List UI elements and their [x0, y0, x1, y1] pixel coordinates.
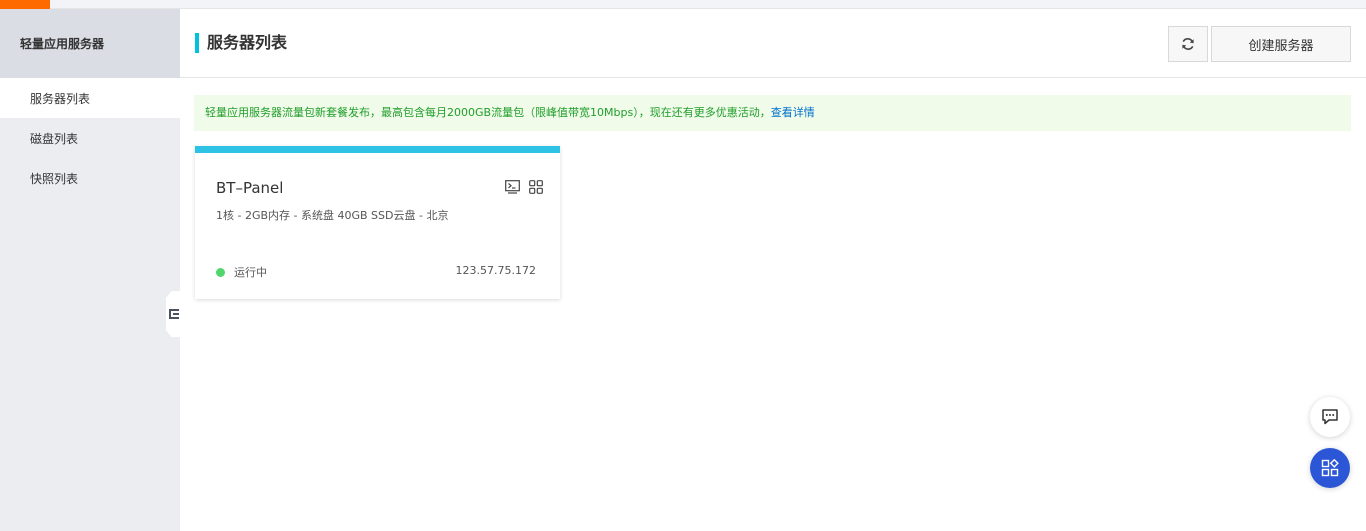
- collapse-sidebar-icon: [169, 309, 179, 319]
- status-label: 运行中: [234, 266, 267, 279]
- promo-notice: 轻量应用服务器流量包新套餐发布，最高包含每月2000GB流量包（限峰值带宽10M…: [194, 95, 1351, 131]
- chat-icon: [1322, 409, 1338, 425]
- terminal-icon: [505, 179, 520, 194]
- server-card[interactable]: BT–Panel 1核 - 2GB内存 - 系统盘 40GB SSD云盘 - 北…: [195, 146, 560, 299]
- sidebar-title: 轻量应用服务器: [0, 9, 180, 78]
- notice-text: 轻量应用服务器流量包新套餐发布，最高包含每月2000GB流量包（限峰值带宽10M…: [205, 106, 771, 119]
- refresh-button[interactable]: [1168, 26, 1208, 62]
- card-actions: [505, 179, 543, 194]
- card-accent-bar: [195, 146, 560, 153]
- page-header: 服务器列表 创建服务器: [180, 9, 1366, 78]
- server-status: 运行中: [216, 264, 267, 280]
- top-strip: [0, 0, 1366, 9]
- server-spec: 1核 - 2GB内存 - 系统盘 40GB SSD云盘 - 北京: [216, 209, 449, 222]
- refresh-icon: [1182, 38, 1194, 50]
- quick-apps-button[interactable]: [1310, 448, 1350, 488]
- sidebar: 轻量应用服务器 服务器列表 磁盘列表 快照列表: [0, 9, 180, 531]
- create-server-button[interactable]: 创建服务器: [1211, 26, 1351, 62]
- sidebar-item-label: 服务器列表: [30, 91, 91, 106]
- sidebar-item-disk-list[interactable]: 磁盘列表: [0, 118, 180, 158]
- chat-button[interactable]: [1310, 397, 1350, 437]
- sidebar-item-label: 快照列表: [30, 171, 79, 186]
- status-dot-icon: [216, 267, 225, 277]
- server-name[interactable]: BT–Panel: [216, 179, 283, 197]
- apps-grid-icon: [1321, 459, 1339, 477]
- main-content: 服务器列表 创建服务器 轻量应用服务器流量包新套餐发布，最高包含每月2000GB…: [180, 9, 1366, 531]
- server-ip: 123.57.75.172: [455, 264, 536, 277]
- notice-details-link[interactable]: 查看详情: [771, 106, 815, 119]
- sidebar-item-server-list[interactable]: 服务器列表: [0, 78, 180, 118]
- sidebar-item-label: 磁盘列表: [30, 131, 79, 146]
- page-title: 服务器列表: [195, 33, 287, 53]
- brand-mark: [0, 0, 50, 9]
- apps-button[interactable]: [528, 179, 543, 194]
- sidebar-item-snapshot-list[interactable]: 快照列表: [0, 158, 180, 198]
- apps-icon: [528, 179, 543, 194]
- terminal-button[interactable]: [505, 179, 520, 194]
- collapse-sidebar-button[interactable]: [166, 291, 180, 337]
